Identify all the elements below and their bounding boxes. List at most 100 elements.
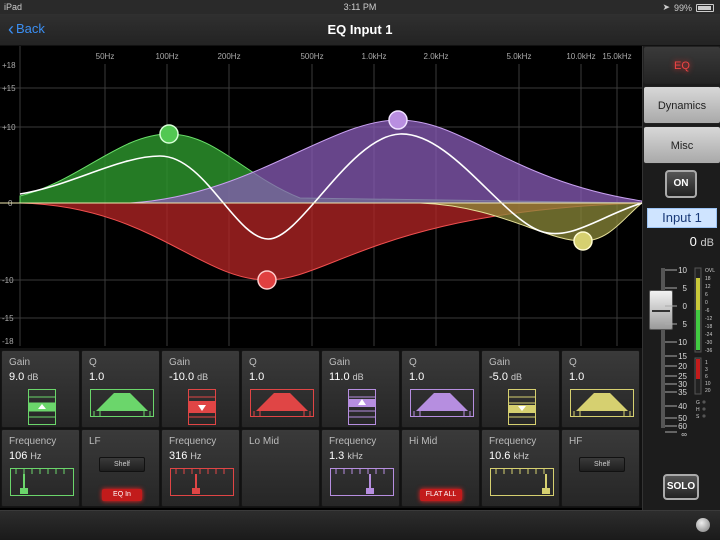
db-tick: +18 (2, 61, 16, 70)
meter-label: 12 (705, 284, 711, 290)
hf-gain[interactable]: Gain -5.0 dB (481, 350, 560, 428)
battery-icon (696, 3, 714, 12)
hm-type[interactable]: Hi Mid FLAT ALL (401, 429, 480, 507)
db-tick: +15 (2, 84, 16, 93)
hm-gain[interactable]: Gain 11.0 dB (321, 350, 400, 428)
hf-label: HF (569, 436, 583, 447)
bottom-bar (0, 510, 720, 540)
fader-label: 15 (678, 352, 687, 361)
lm-frequency[interactable]: Frequency 316 Hz (161, 429, 240, 507)
db-tick: -18 (2, 337, 14, 346)
hm-freq-number: 1.3 (329, 450, 345, 462)
fader-label: 40 (678, 402, 687, 411)
meter-label: 0 (705, 300, 708, 306)
hm-frequency[interactable]: Frequency 1.3 kHz (321, 429, 400, 507)
meter-label: -18 (705, 324, 712, 330)
hm-q[interactable]: Q 1.0 (401, 350, 480, 428)
fader-label: 10 (678, 266, 687, 275)
lf-gain-number: 9.0 (9, 371, 25, 383)
lf-q[interactable]: Q 1.0 (81, 350, 160, 428)
channel-name[interactable]: Input 1 (647, 208, 717, 228)
gr-meter-fill (696, 359, 700, 379)
solo-button[interactable]: SOLO (663, 474, 699, 500)
hm-gain-unit: dB (352, 372, 364, 382)
status-bar: iPad 3:11 PM ➤ 99% (0, 0, 720, 14)
frequency-slider-icon (170, 468, 234, 496)
level-meter-fill (696, 310, 700, 350)
lf-gain-unit: dB (27, 372, 39, 382)
flat-all-button[interactable]: FLAT ALL (420, 489, 462, 501)
scroll-knob[interactable] (696, 518, 710, 532)
lf-gain[interactable]: Gain 9.0 dB (1, 350, 80, 428)
gr-label: 1 (705, 360, 708, 366)
db-tick: -10 (2, 276, 14, 285)
eq-parameters: Gain 9.0 dB Q 1.0 Gain -10.0 dB Q 1.0 Ga… (0, 348, 642, 508)
eq-graph-svg[interactable]: 50Hz 100Hz 200Hz 500Hz 1.0kHz 2.0kHz 5.0… (0, 46, 642, 346)
db-tick: +10 (2, 123, 16, 132)
freq-tick: 100Hz (155, 52, 178, 61)
page-title: EQ Input 1 (327, 22, 393, 37)
freq-tick: 500Hz (300, 52, 323, 61)
fader-label: ∞ (681, 430, 687, 439)
hf-shelf-button[interactable]: Shelf (579, 457, 625, 472)
gr-label: 3 (705, 367, 708, 373)
eq-in-button[interactable]: EQ In (102, 489, 142, 501)
hf-gain-label: Gain (489, 357, 511, 368)
freq-tick: 200Hz (217, 52, 240, 61)
lf-label: LF (89, 436, 101, 447)
lm-gain-unit: dB (197, 372, 209, 382)
hf-frequency[interactable]: Frequency 10.6 kHz (481, 429, 560, 507)
meter-label: -12 (705, 316, 712, 322)
lm-q-label: Q (249, 357, 257, 368)
q-icon (250, 389, 314, 417)
lm-gain[interactable]: Gain -10.0 dB (161, 350, 240, 428)
fader-scale: 10 5 0 5 10 15 20 25 30 35 40 50 60 ∞ OV… (665, 266, 715, 439)
lm-q[interactable]: Q 1.0 (241, 350, 320, 428)
eq-tab[interactable]: EQ (643, 46, 720, 84)
lf-frequency[interactable]: Frequency 106 Hz (1, 429, 80, 507)
gain-icon (348, 389, 376, 425)
lf-type[interactable]: LF Shelf EQ In (81, 429, 160, 507)
freq-tick: 50Hz (96, 52, 115, 61)
lf-freq-number: 106 (9, 450, 28, 462)
dynamics-tab[interactable]: Dynamics (643, 86, 720, 124)
hm-freq-unit: kHz (347, 451, 363, 461)
lm-freq-label: Frequency (169, 436, 217, 447)
channel-on-button[interactable]: ON (665, 170, 697, 198)
hm-label: Hi Mid (409, 436, 438, 447)
hm-gain-number: 11.0 (329, 371, 350, 383)
gate-label: G (696, 400, 700, 406)
hf-gain-unit: dB (511, 372, 523, 382)
lf-freq-value: 106 Hz (9, 450, 41, 462)
lf-band-handle[interactable] (159, 124, 179, 144)
lm-freq-value: 316 Hz (169, 450, 201, 462)
eq-graph[interactable]: 50Hz 100Hz 200Hz 500Hz 1.0kHz 2.0kHz 5.0… (0, 46, 642, 346)
hf-band-handle[interactable] (573, 231, 593, 251)
hf-freq-value: 10.6 kHz (489, 450, 529, 462)
freq-axis: 50Hz 100Hz 200Hz 500Hz 1.0kHz 2.0kHz 5.0… (96, 52, 632, 61)
hf-freq-number: 10.6 (489, 450, 511, 462)
frequency-slider-icon (10, 468, 74, 496)
lm-type[interactable]: Lo Mid (241, 429, 320, 507)
fader-label: 0 (683, 302, 688, 311)
lm-q-value: 1.0 (249, 371, 265, 383)
meter-label: -6 (705, 308, 710, 314)
lf-shelf-button[interactable]: Shelf (99, 457, 145, 472)
fader-label: 20 (678, 362, 687, 371)
gain-icon (28, 389, 56, 425)
meter-label: -24 (705, 332, 712, 338)
misc-tab[interactable]: Misc (643, 126, 720, 164)
gain-icon (188, 389, 216, 425)
hf-type[interactable]: HF Shelf (561, 429, 640, 507)
hf-q[interactable]: Q 1.0 (561, 350, 640, 428)
channel-panel: EQ Dynamics Misc ON Input 1 0 dB 10 5 0 … (642, 46, 720, 510)
frequency-slider-icon (490, 468, 554, 496)
lm-gain-label: Gain (169, 357, 191, 368)
meter-label: OVL (705, 268, 715, 274)
channel-level-unit: dB (700, 237, 714, 249)
hm-band-handle[interactable] (388, 110, 408, 130)
lf-freq-unit: Hz (30, 451, 42, 461)
lf-q-label: Q (89, 357, 97, 368)
lf-freq-label: Frequency (9, 436, 57, 447)
lm-band-handle[interactable] (257, 270, 277, 290)
